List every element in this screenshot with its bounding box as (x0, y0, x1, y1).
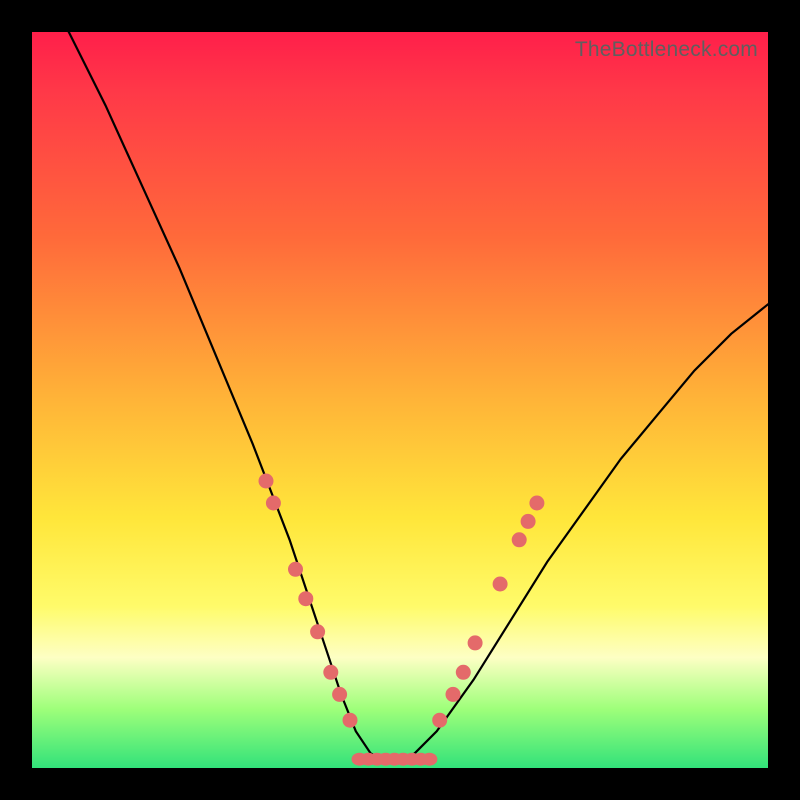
curve-marker (332, 687, 347, 702)
chart-frame: TheBottleneck.com (0, 0, 800, 800)
curve-marker (323, 665, 338, 680)
curve-marker (521, 514, 536, 529)
curve-marker (310, 624, 325, 639)
curve-marker (446, 687, 461, 702)
curve-marker (456, 665, 471, 680)
curve-marker (298, 591, 313, 606)
curve-marker (512, 532, 527, 547)
curve-svg (32, 32, 768, 768)
curve-marker (288, 562, 303, 577)
trough-markers (352, 753, 438, 766)
curve-marker (259, 474, 274, 489)
curve-marker (432, 713, 447, 728)
curve-marker (343, 713, 358, 728)
curve-marker (493, 577, 508, 592)
bottleneck-curve (32, 0, 768, 761)
curve-markers (259, 474, 545, 728)
plot-area: TheBottleneck.com (32, 32, 768, 768)
curve-marker (266, 496, 281, 511)
curve-marker (529, 496, 544, 511)
trough-marker (421, 753, 437, 766)
curve-marker (468, 635, 483, 650)
